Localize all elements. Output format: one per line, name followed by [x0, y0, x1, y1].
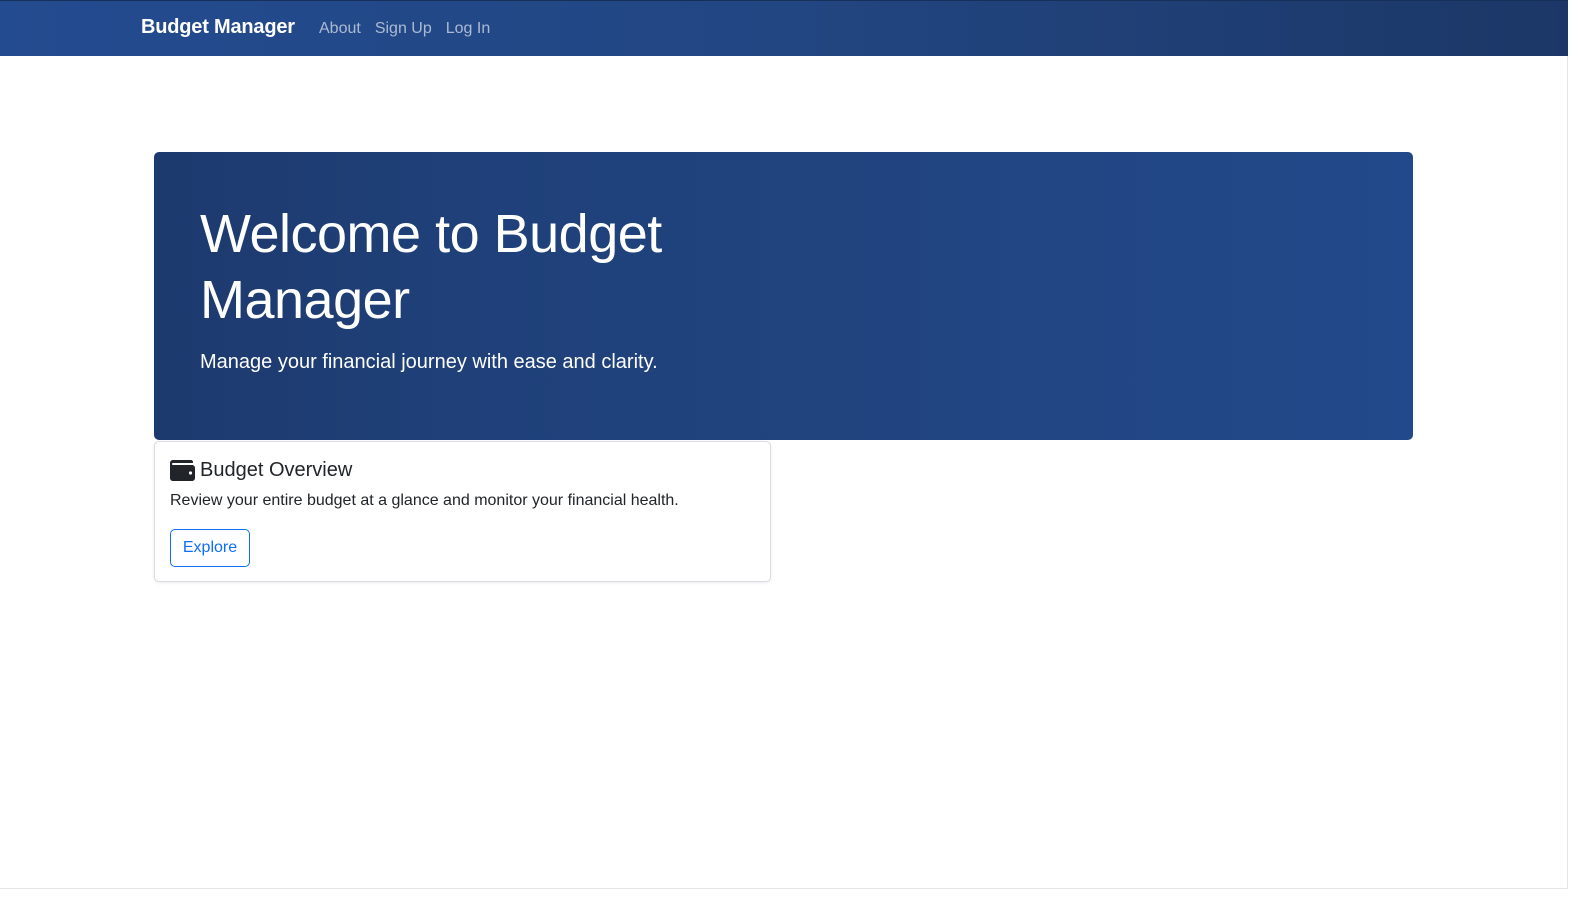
nav-link-log-in[interactable]: Log In: [439, 19, 497, 39]
brand-link[interactable]: Budget Manager: [141, 16, 295, 39]
explore-button[interactable]: Explore: [170, 529, 250, 567]
hero-banner: Welcome to Budget Manager Manage your fi…: [154, 152, 1413, 440]
nav-link-about[interactable]: About: [312, 19, 368, 39]
card-text: Review your entire budget at a glance an…: [170, 492, 679, 509]
nav-link-sign-up[interactable]: Sign Up: [368, 19, 439, 39]
hero-lead: Manage your financial journey with ease …: [200, 351, 658, 373]
hero-title: Welcome to Budget Manager: [200, 204, 662, 330]
page: Budget Manager About Sign Up Log In Welc…: [0, 0, 1568, 889]
nav-links: About Sign Up Log In: [312, 19, 497, 39]
card-title: Budget Overview: [170, 458, 352, 482]
card-title-label: Budget Overview: [200, 459, 353, 481]
budget-overview-card: Budget Overview Review your entire budge…: [154, 441, 771, 582]
navbar: Budget Manager About Sign Up Log In: [0, 0, 1568, 56]
wallet-icon: [170, 459, 195, 481]
